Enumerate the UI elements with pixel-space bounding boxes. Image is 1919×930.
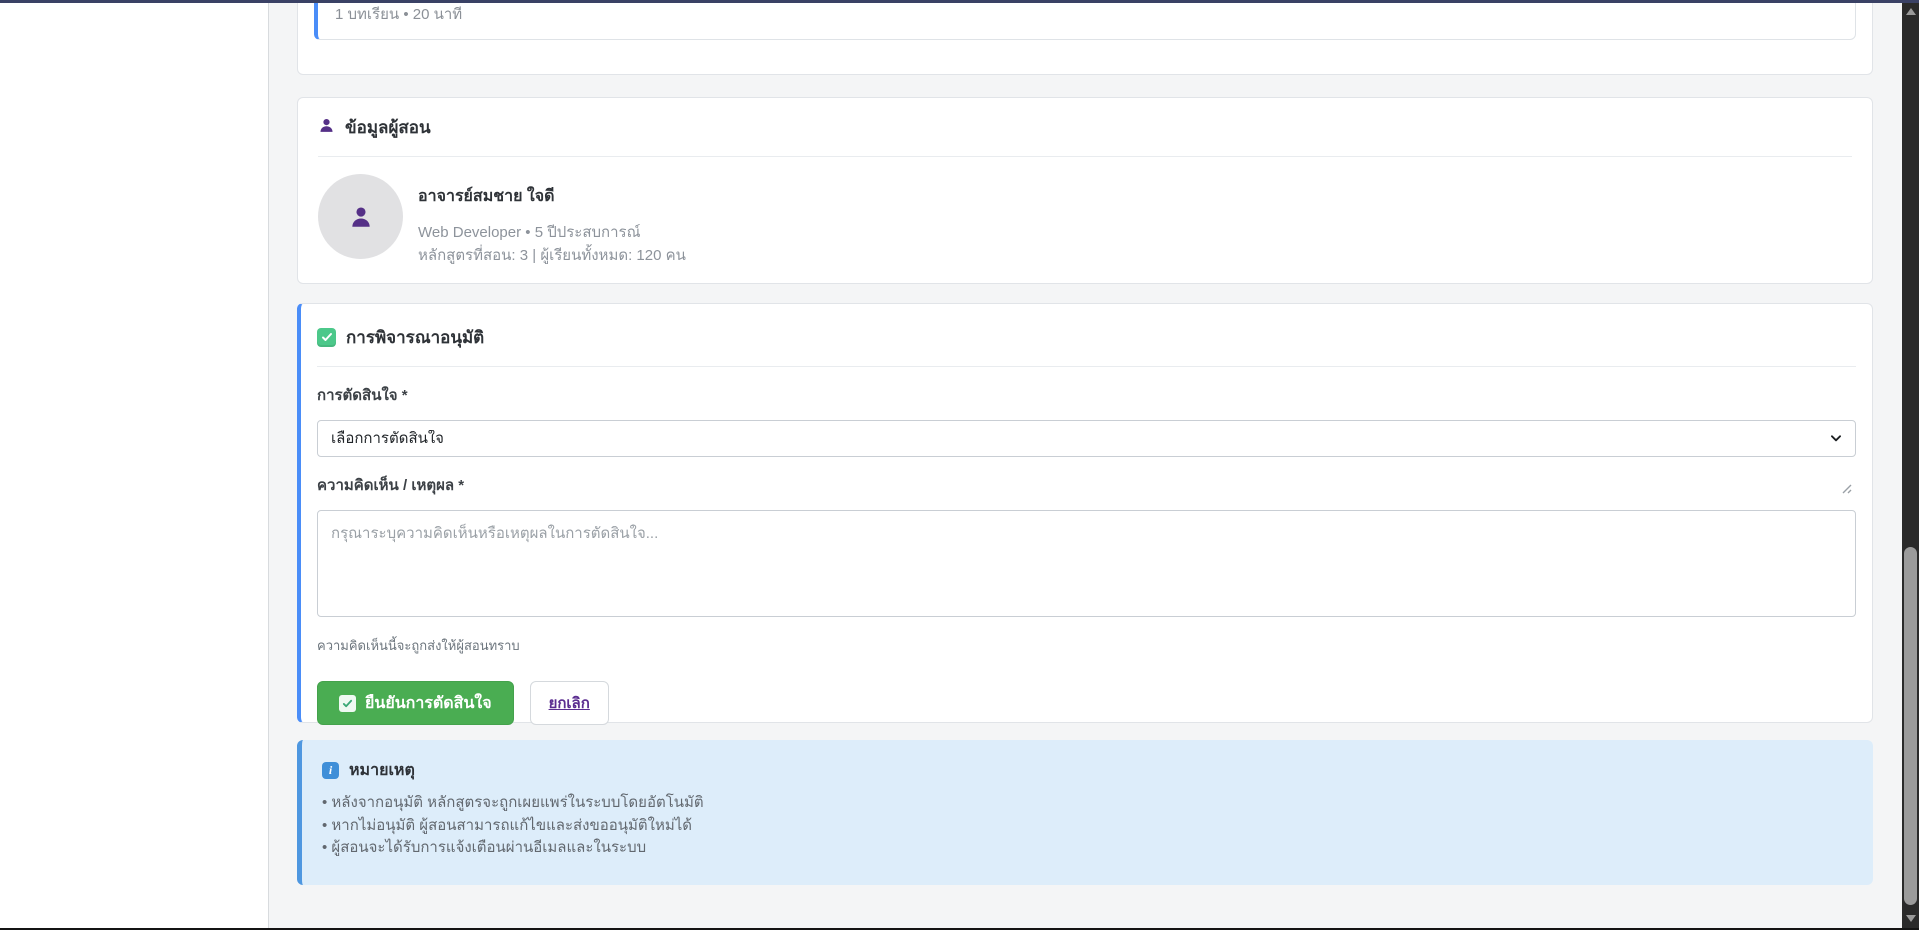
scrollbar[interactable] — [1902, 0, 1919, 930]
decision-select-wrap: เลือกการตัดสินใจ — [317, 420, 1856, 457]
confirm-decision-button[interactable]: ยืนยันการตัดสินใจ — [317, 681, 514, 725]
note-box: i หมายเหตุ หลังจากอนุมัติ หลักสูตรจะถูกเ… — [297, 740, 1873, 885]
divider — [317, 366, 1856, 367]
lesson-meta-text: 1 บทเรียน • 20 นาที — [335, 6, 462, 23]
instructor-info: อาจารย์สมชาย ใจดี Web Developer • 5 ปีปร… — [418, 174, 686, 267]
confirm-button-label: ยืนยันการตัดสินใจ — [365, 691, 492, 716]
course-content-card: 1 บทเรียน • 20 นาที — [297, 0, 1873, 75]
cancel-button[interactable]: ยกเลิก — [530, 681, 609, 725]
instructor-profile: อาจารย์สมชาย ใจดี Web Developer • 5 ปีปร… — [318, 157, 1852, 267]
content-column: 1 บทเรียน • 20 นาที ข้อมูลผู้สอน — [297, 0, 1873, 885]
approval-section-title: การพิจารณาอนุมัติ — [346, 324, 484, 351]
instructor-name: อาจารย์สมชาย ใจดี — [418, 184, 686, 209]
instructor-role: Web Developer • 5 ปีประสบการณ์ — [418, 221, 686, 244]
person-icon — [318, 117, 335, 138]
instructor-card: ข้อมูลผู้สอน อาจารย์สมชาย ใจดี Web Devel… — [297, 97, 1873, 284]
scroll-up-arrow[interactable] — [1902, 3, 1919, 20]
decision-label: การตัดสินใจ * — [317, 383, 1856, 407]
scrollbar-thumb[interactable] — [1904, 547, 1917, 905]
note-list: หลังจากอนุมัติ หลักสูตรจะถูกเผยแพร่ในระบ… — [322, 792, 1853, 860]
note-header: i หมายเหตุ — [322, 758, 1853, 782]
info-icon: i — [322, 762, 339, 779]
scroll-down-arrow[interactable] — [1902, 910, 1919, 927]
avatar — [318, 174, 403, 259]
comment-textarea[interactable] — [317, 510, 1856, 617]
decision-select[interactable]: เลือกการตัดสินใจ — [317, 420, 1856, 457]
note-item: หลังจากอนุมัติ หลักสูตรจะถูกเผยแพร่ในระบ… — [322, 792, 1853, 815]
check-square-icon — [317, 328, 336, 347]
page: 1 บทเรียน • 20 นาที ข้อมูลผู้สอน — [0, 0, 1919, 930]
check-box-icon — [339, 695, 356, 712]
approval-card-header: การพิจารณาอนุมัติ — [317, 324, 1856, 350]
sidebar — [0, 0, 269, 930]
instructor-card-header: ข้อมูลผู้สอน — [318, 114, 1852, 140]
note-item: หากไม่อนุมัติ ผู้สอนสามารถแก้ไขและส่งขออ… — [322, 815, 1853, 838]
approval-actions: ยืนยันการตัดสินใจ ยกเลิก — [317, 681, 1856, 725]
comment-help-text: ความคิดเห็นนี้จะถูกส่งให้ผู้สอนทราบ — [317, 635, 1856, 656]
instructor-section-title: ข้อมูลผู้สอน — [345, 114, 431, 141]
instructor-stats: หลักสูตรที่สอน: 3 | ผู้เรียนทั้งหมด: 120… — [418, 244, 686, 267]
note-item: ผู้สอนจะได้รับการแจ้งเตือนผ่านอีเมลและใน… — [322, 837, 1853, 860]
lesson-item[interactable]: 1 บทเรียน • 20 นาที — [314, 0, 1856, 40]
navbar-bottom-edge — [0, 0, 1919, 3]
note-title: หมายเหตุ — [349, 758, 415, 783]
approval-card: การพิจารณาอนุมัติ การตัดสินใจ * เลือกการ… — [297, 303, 1873, 723]
avatar-person-icon — [348, 204, 374, 230]
main-content: 1 บทเรียน • 20 นาที ข้อมูลผู้สอน — [269, 0, 1902, 930]
comment-label: ความคิดเห็น / เหตุผล * — [317, 473, 1856, 497]
